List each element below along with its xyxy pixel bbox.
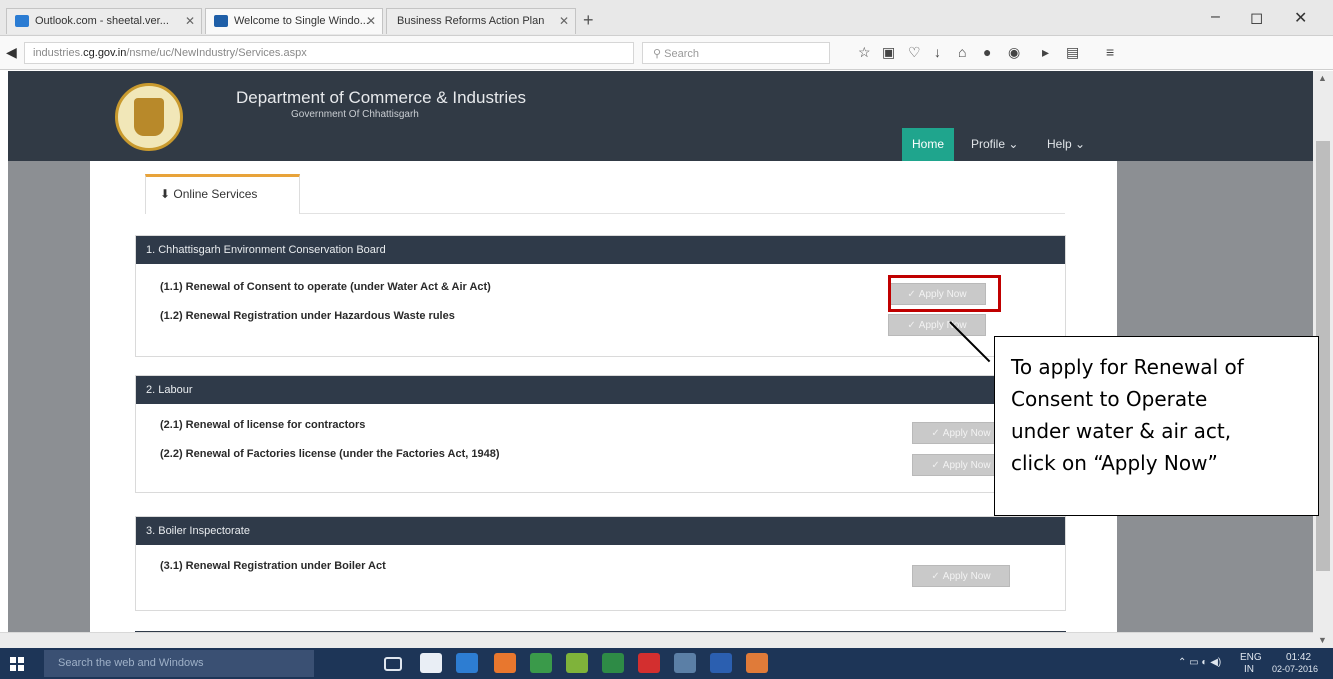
close-icon[interactable]: ✕ [185, 14, 195, 28]
excel-icon[interactable] [602, 653, 624, 673]
check-icon: ✓ [907, 320, 916, 331]
app-icon[interactable] [530, 653, 552, 673]
government-emblem-logo [115, 83, 183, 151]
apply-now-label: Apply Now [942, 571, 991, 582]
service-label: (1.2) Renewal Registration under Hazardo… [160, 310, 455, 322]
library-icon[interactable]: ▤ [1066, 44, 1079, 61]
task-view-icon[interactable] [384, 657, 402, 671]
service-label: (2.1) Renewal of license for contractors [160, 419, 366, 431]
site-header: Department of Commerce & Industries Gove… [8, 71, 1313, 161]
instruction-callout: To apply for Renewal of Consent to Opera… [994, 336, 1319, 516]
new-tab-icon[interactable]: + [583, 10, 594, 31]
search-icon: ⚲ [653, 48, 665, 60]
apply-now-button[interactable]: ✓ Apply Now [888, 314, 986, 336]
menu-help[interactable]: Help ⌄ [1037, 128, 1095, 161]
tab-title: Business Reforms Action Plan [397, 15, 545, 27]
scroll-down-icon[interactable]: ▼ [1318, 635, 1327, 645]
section-header: 1. Chhattisgarh Environment Conservation… [136, 236, 1065, 264]
check-icon: ✓ [931, 428, 940, 439]
region-indicator: IN [1244, 664, 1254, 675]
menu-home[interactable]: Home [902, 128, 955, 161]
tab-title: Outlook.com - sheetal.ver... [35, 15, 169, 27]
browser-search-box[interactable]: ⚲ Search [642, 42, 830, 64]
callout-line-1: To apply for Renewal of [1011, 355, 1244, 379]
scroll-up-icon[interactable]: ▲ [1318, 73, 1327, 83]
browser-tab-single-window[interactable]: Welcome to Single Windo... ✕ [205, 8, 383, 34]
service-label: (3.1) Renewal Registration under Boiler … [160, 560, 386, 572]
menu-profile[interactable]: Profile ⌄ [961, 128, 1028, 161]
highlight-box [888, 275, 1001, 312]
edge-browser-icon[interactable] [456, 653, 478, 673]
bookmark-star-icon[interactable]: ☆ [858, 44, 871, 61]
section-header: 3. Boiler Inspectorate [136, 517, 1065, 545]
download-icon[interactable]: ↓ [934, 44, 941, 60]
check-icon: ✓ [931, 571, 940, 582]
windows-taskbar: Search the web and Windows ⌃ ▭ ◐ ◀) ENG … [0, 648, 1333, 679]
main-content: ⬇ Online Services 1. Chhattisgarh Enviro… [90, 161, 1117, 648]
firefox-icon[interactable] [494, 653, 516, 673]
pocket-icon[interactable]: ♡ [908, 44, 921, 61]
tab-divider [300, 213, 1065, 214]
addon-icon[interactable]: ▸ [1042, 44, 1049, 61]
horizontal-scrollbar[interactable] [0, 632, 1313, 648]
outlook-icon [15, 15, 29, 27]
search-placeholder: Search [664, 48, 699, 60]
section-panel-labour: 2. Labour (2.1) Renewal of license for c… [135, 375, 1066, 493]
app-icon[interactable] [674, 653, 696, 673]
callout-line-3: under water & air act, [1011, 419, 1232, 443]
download-icon: ⬇ [160, 187, 174, 201]
screen: Outlook.com - sheetal.ver... ✕ Welcome t… [0, 0, 1333, 679]
browser-tab-business-reforms[interactable]: Business Reforms Action Plan ✕ [386, 8, 576, 34]
reading-list-icon[interactable]: ▣ [882, 44, 895, 61]
service-label: (1.1) Renewal of Consent to operate (und… [160, 281, 491, 293]
callout-line-4: click on “Apply Now” [1011, 451, 1218, 475]
tab-online-services[interactable]: ⬇ Online Services [145, 174, 300, 214]
app-icon[interactable] [566, 653, 588, 673]
acrobat-icon[interactable] [638, 653, 660, 673]
tab-title: Welcome to Single Windo... [234, 15, 369, 27]
apply-now-label: Apply Now [942, 460, 991, 471]
apply-now-label: Apply Now [942, 428, 991, 439]
extension-icon[interactable]: ● [983, 44, 991, 60]
window-close-icon[interactable]: ✕ [1294, 8, 1307, 28]
sync-icon[interactable]: ◉ [1008, 44, 1020, 61]
word-icon[interactable] [710, 653, 732, 673]
site-subtitle: Government Of Chhattisgarh [291, 109, 419, 120]
emblem-seal [134, 98, 164, 136]
tab-label: Online Services [173, 187, 258, 201]
service-label: (2.2) Renewal of Factories license (unde… [160, 448, 500, 460]
browser-nav-bar: ◀ industries.cg.gov.in/nsme/uc/NewIndust… [0, 36, 1333, 70]
page-icon [214, 15, 228, 27]
maximize-icon[interactable]: ◻ [1250, 8, 1263, 28]
menu-icon[interactable]: ≡ [1106, 44, 1114, 60]
apply-now-button[interactable]: ✓ Apply Now [912, 565, 1010, 587]
close-icon[interactable]: ✕ [366, 14, 376, 28]
minimize-icon[interactable]: – [1211, 8, 1220, 26]
language-indicator[interactable]: ENG [1240, 652, 1262, 663]
clock-time[interactable]: 01:42 [1286, 652, 1311, 663]
back-arrow-icon[interactable]: ◀ [6, 44, 17, 61]
section-header: 2. Labour [136, 376, 1065, 404]
taskbar-search-box[interactable]: Search the web and Windows [44, 650, 314, 677]
site-title: Department of Commerce & Industries [236, 88, 527, 107]
url-path: /nsme/uc/NewIndustry/Services.aspx [126, 47, 307, 59]
system-tray-icons[interactable]: ⌃ ▭ ◐ ◀) [1178, 657, 1221, 668]
browser-tab-strip: Outlook.com - sheetal.ver... ✕ Welcome t… [0, 0, 1333, 36]
browser-tab-outlook[interactable]: Outlook.com - sheetal.ver... ✕ [6, 8, 202, 34]
address-bar[interactable]: industries.cg.gov.in/nsme/uc/NewIndustry… [24, 42, 634, 64]
check-icon: ✓ [931, 460, 940, 471]
windows-start-icon[interactable] [10, 657, 24, 671]
home-icon[interactable]: ⌂ [958, 44, 966, 60]
url-domain: cg.gov.in [83, 47, 127, 59]
store-icon[interactable] [420, 653, 442, 673]
close-icon[interactable]: ✕ [559, 14, 569, 28]
powerpoint-icon[interactable] [746, 653, 768, 673]
url-prefix: industries. [33, 47, 84, 59]
clock-date: 02-07-2016 [1272, 664, 1319, 674]
callout-line-2: Consent to Operate [1011, 387, 1208, 411]
section-panel-boiler: 3. Boiler Inspectorate (3.1) Renewal Reg… [135, 516, 1066, 611]
